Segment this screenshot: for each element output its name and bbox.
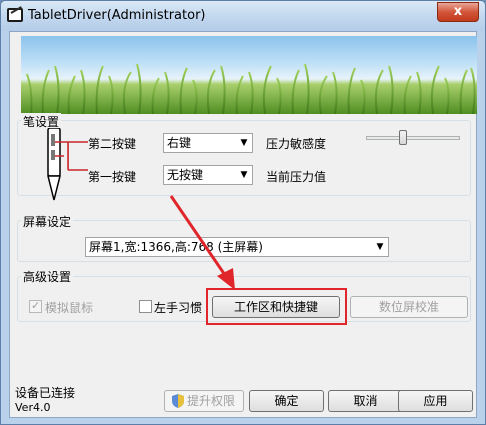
- pressure-sensitivity-slider[interactable]: [398, 130, 407, 145]
- chevron-down-icon: ▼: [376, 242, 384, 252]
- chevron-down-icon: ▼: [240, 138, 248, 148]
- cancel-button[interactable]: 取消: [328, 390, 403, 412]
- chevron-down-icon: ▼: [240, 170, 248, 180]
- ok-button[interactable]: 确定: [249, 390, 324, 412]
- first-button-label: 第一按键: [88, 170, 137, 184]
- apply-button[interactable]: 应用: [398, 390, 473, 412]
- advanced-settings-label: 高级设置: [21, 268, 74, 285]
- current-pressure-label: 当前压力值: [266, 170, 327, 184]
- grass-banner-image: [21, 36, 477, 114]
- app-icon: [7, 8, 23, 22]
- simulate-mouse-label: 模拟鼠标: [45, 301, 94, 315]
- pressure-sensitivity-track: [366, 136, 460, 140]
- red-arrow-icon: [169, 195, 235, 290]
- uac-shield-icon: [172, 394, 184, 414]
- second-button-value: 右键: [167, 136, 192, 150]
- pen-button-connector: [68, 141, 88, 171]
- close-button[interactable]: x: [437, 2, 479, 22]
- digitizer-calibration-button[interactable]: 数位屏校准: [350, 296, 468, 318]
- pressure-sensitivity-label: 压力敏感度: [266, 137, 327, 151]
- second-button-select[interactable]: 右键 ▼: [163, 133, 253, 153]
- screen-settings-label: 屏幕设定: [21, 213, 74, 230]
- client-area: 笔设置 第二按键 右键 ▼ 压力敏感度 第一按键 无按键 ▼ 当前压力值 屏幕设…: [9, 31, 477, 418]
- left-hand-checkbox[interactable]: [139, 300, 152, 313]
- work-area-shortcuts-button[interactable]: 工作区和快捷键: [212, 296, 340, 318]
- second-button-label: 第二按键: [88, 137, 137, 151]
- version-label: Ver4.0: [15, 401, 51, 414]
- left-hand-label: 左手习惯: [154, 301, 203, 315]
- checkmark-icon: ✓: [31, 299, 41, 312]
- elevate-permissions-button[interactable]: 提升权限: [164, 390, 244, 412]
- connection-status: 设备已连接: [15, 386, 76, 400]
- simulate-mouse-checkbox[interactable]: ✓: [29, 299, 42, 313]
- first-button-value: 无按键: [167, 168, 204, 182]
- first-button-select[interactable]: 无按键 ▼: [163, 165, 253, 185]
- tablet-driver-window: TabletDriver(Administrator) x 笔设置 第二按键 右…: [0, 0, 486, 425]
- title-bar[interactable]: TabletDriver(Administrator) x: [1, 1, 485, 31]
- window-title: TabletDriver(Administrator): [28, 8, 206, 23]
- elevate-label: 提升权限: [186, 394, 235, 408]
